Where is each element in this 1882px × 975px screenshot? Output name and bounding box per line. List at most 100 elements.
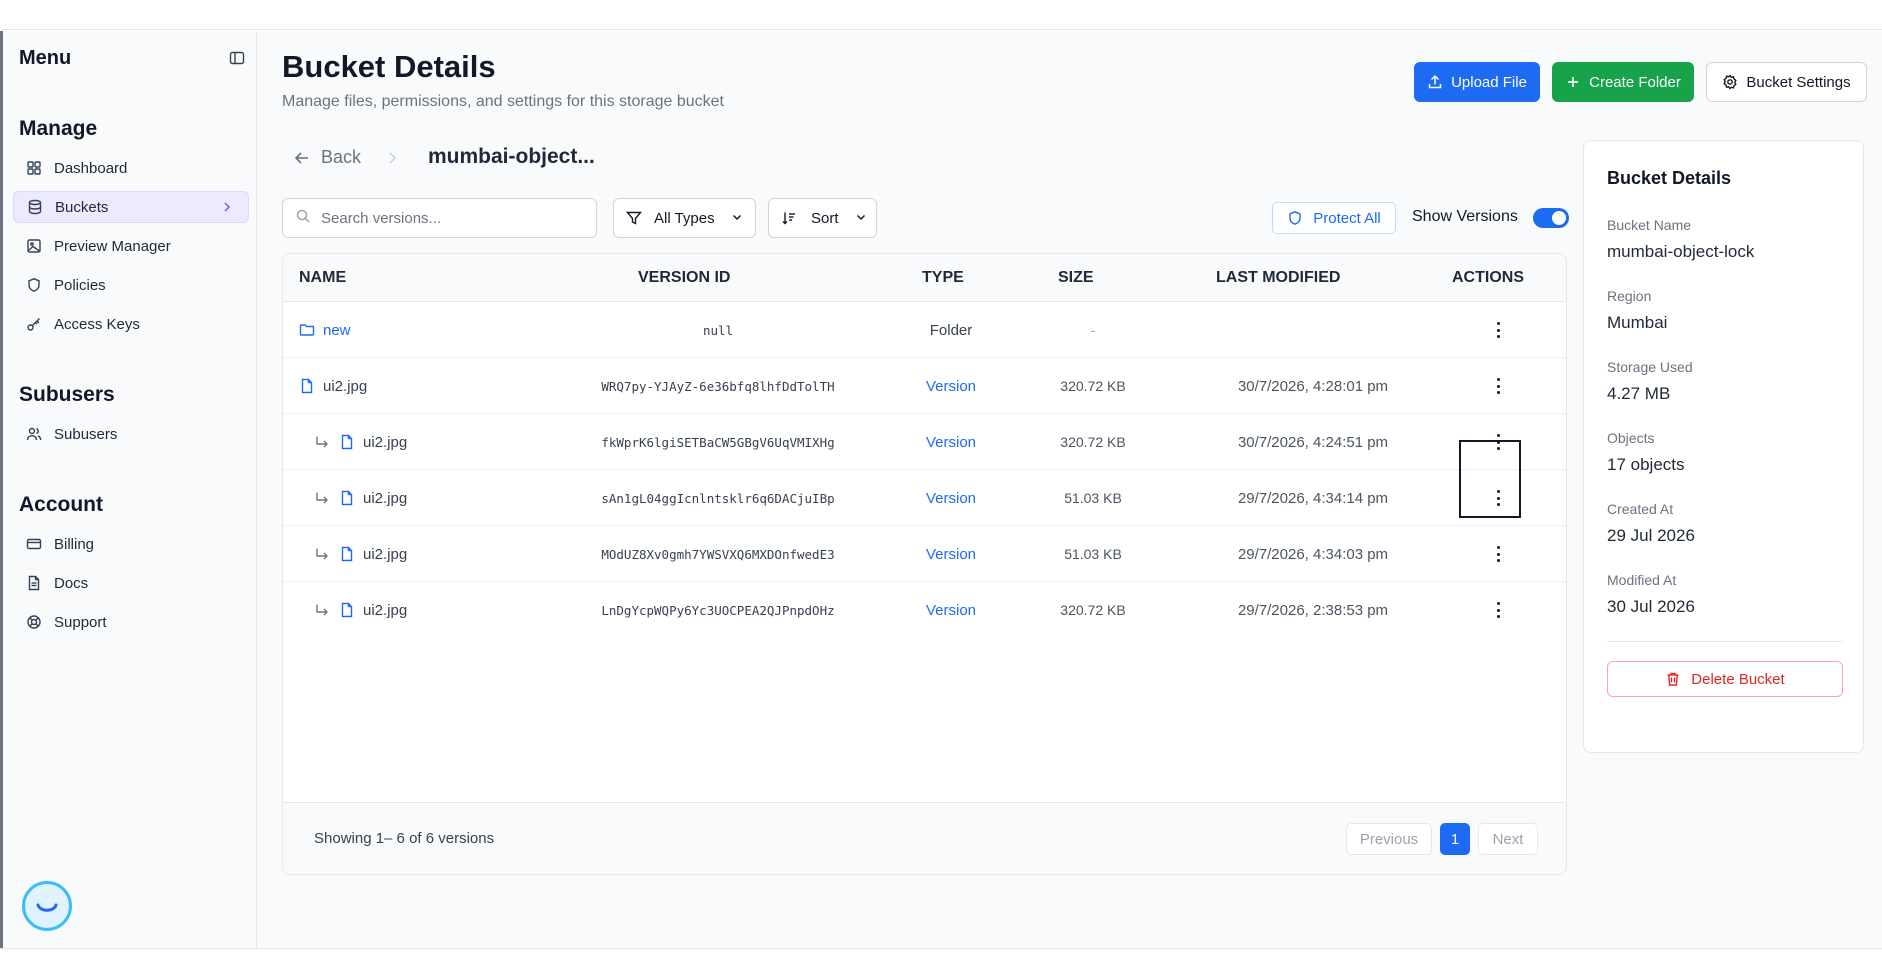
sidebar-header: Menu (19, 47, 245, 73)
created-at-label: Created At (1607, 501, 1674, 517)
sidebar-item-label: Docs (54, 574, 89, 592)
table-row[interactable]: new null Folder - (283, 302, 1566, 358)
create-folder-button[interactable]: Create Folder (1552, 62, 1694, 102)
database-icon (27, 199, 43, 215)
file-name: new (323, 321, 351, 339)
type-filter-dropdown[interactable]: All Types (613, 198, 756, 238)
type-cell[interactable]: Version (881, 358, 1021, 414)
name-cell[interactable]: ui2.jpg (315, 470, 407, 526)
next-page-button[interactable]: Next (1478, 823, 1538, 855)
row-actions-button[interactable] (1443, 526, 1553, 582)
file-icon (299, 378, 315, 394)
plus-icon (1565, 74, 1581, 90)
previous-page-button[interactable]: Previous (1346, 823, 1432, 855)
more-vertical-icon (1496, 322, 1500, 338)
filter-icon (626, 210, 642, 226)
row-actions-button[interactable] (1443, 414, 1553, 470)
page-1-button[interactable]: 1 (1440, 823, 1470, 855)
dashboard-icon (26, 160, 42, 176)
pagination-summary: Showing 1– 6 of 6 versions (314, 830, 495, 847)
modified-cell: 29/7/2026, 4:34:03 pm (1237, 545, 1389, 563)
folder-icon (299, 322, 315, 338)
arrow-left-icon (293, 149, 311, 167)
table-row[interactable]: ui2.jpg fkWprK6lgiSETBaCW5GBgV6UqVMIXHg … (283, 414, 1566, 470)
file-name: ui2.jpg (363, 545, 408, 563)
name-cell[interactable]: new (299, 302, 351, 358)
size-cell: 51.03 KB (1064, 490, 1122, 506)
back-link[interactable]: Back (293, 147, 361, 168)
search-input[interactable] (321, 209, 581, 227)
table-row[interactable]: ui2.jpg WRQ7py-YJAyZ-6e36bfq8lhfDdTolTH … (283, 358, 1566, 414)
name-cell[interactable]: ui2.jpg (315, 582, 407, 638)
name-cell[interactable]: ui2.jpg (315, 526, 407, 582)
type-cell[interactable]: Version (881, 582, 1021, 638)
bucket-settings-button[interactable]: Bucket Settings (1706, 62, 1867, 102)
row-actions-button[interactable] (1443, 302, 1553, 358)
delete-bucket-button[interactable]: Delete Bucket (1607, 661, 1843, 697)
more-vertical-icon (1496, 546, 1500, 562)
toggle-knob (1552, 211, 1566, 225)
sidebar-item-buckets[interactable]: Buckets (13, 191, 249, 223)
modified-cell: 29/7/2026, 4:34:14 pm (1237, 489, 1389, 507)
corner-down-right-icon (315, 491, 329, 505)
sidebar-item-label: Buckets (55, 198, 109, 216)
size-cell: - (1090, 322, 1096, 338)
panel-title: Bucket Details (1607, 168, 1732, 188)
modified-cell: 30/7/2026, 4:24:51 pm (1237, 433, 1389, 451)
sidebar-item-policies[interactable]: Policies (13, 269, 249, 301)
modified-at-label: Modified At (1607, 572, 1677, 588)
browser-bottom-strip (0, 948, 1882, 975)
table-row[interactable]: ui2.jpg sAn1gL04ggIcnlntsklr6q6DACjuIBp … (283, 470, 1566, 526)
search-box[interactable] (282, 198, 597, 238)
sidebar-item-dashboard[interactable]: Dashboard (13, 152, 249, 184)
size-cell: 51.03 KB (1064, 546, 1122, 562)
sidebar-item-label: Preview Manager (54, 237, 171, 255)
type-cell[interactable]: Version (881, 414, 1021, 470)
image-icon (26, 238, 42, 254)
storage-used-label: Storage Used (1607, 359, 1693, 375)
table-row[interactable]: ui2.jpg MOdUZ8Xv0gmh7YWSVXQ6MXDOnfwedE3 … (283, 526, 1566, 582)
chat-assistant-avatar[interactable] (22, 881, 72, 931)
show-versions-toggle[interactable] (1533, 208, 1569, 228)
column-header-type: TYPE (922, 269, 964, 286)
sidebar-item-preview-manager[interactable]: Preview Manager (13, 230, 249, 262)
search-icon (295, 208, 311, 229)
chevron-down-icon (855, 210, 867, 227)
section-subusers: Subusers (19, 383, 115, 406)
name-cell[interactable]: ui2.jpg (299, 358, 367, 414)
type-cell: Folder (929, 321, 973, 339)
column-header-version-id: VERSION ID (638, 269, 731, 286)
size-cell: 320.72 KB (1060, 602, 1126, 618)
file-icon (339, 434, 355, 450)
column-header-size: SIZE (1058, 269, 1094, 286)
type-cell[interactable]: Version (881, 526, 1021, 582)
sidebar-item-docs[interactable]: Docs (13, 567, 249, 599)
sidebar-item-support[interactable]: Support (13, 606, 249, 638)
protect-all-button[interactable]: Protect All (1272, 202, 1396, 234)
upload-file-button[interactable]: Upload File (1414, 62, 1540, 102)
page-subtitle: Manage files, permissions, and settings … (282, 93, 724, 110)
chevron-right-icon (386, 150, 400, 166)
name-cell[interactable]: ui2.jpg (315, 414, 407, 470)
table-row[interactable]: ui2.jpg LnDgYcpWQPy6Yc3UOCPEA2QJPnpdOHz … (283, 582, 1566, 638)
row-actions-button[interactable] (1443, 358, 1553, 414)
sidebar-toggle-icon[interactable] (229, 50, 245, 66)
version-id-cell: WRQ7py-YJAyZ-6e36bfq8lhfDdTolTH (601, 378, 835, 394)
corner-down-right-icon (315, 603, 329, 617)
row-actions-button[interactable] (1443, 582, 1553, 638)
version-id-cell: null (702, 322, 734, 338)
sidebar-item-billing[interactable]: Billing (13, 528, 249, 560)
objects-value: 17 objects (1607, 455, 1685, 474)
upload-icon (1427, 74, 1443, 90)
type-cell[interactable]: Version (881, 470, 1021, 526)
sidebar-item-access-keys[interactable]: Access Keys (13, 308, 249, 340)
row-actions-button[interactable] (1443, 470, 1553, 526)
file-name: ui2.jpg (323, 377, 368, 395)
sidebar-item-subusers[interactable]: Subusers (13, 418, 249, 450)
objects-label: Objects (1607, 430, 1655, 446)
bucket-name-label: Bucket Name (1607, 217, 1692, 233)
bucket-name-value: mumbai-object-lock (1607, 242, 1755, 261)
sort-dropdown[interactable]: Sort (768, 198, 877, 238)
lifebuoy-icon (26, 614, 42, 630)
file-name: ui2.jpg (363, 489, 408, 507)
